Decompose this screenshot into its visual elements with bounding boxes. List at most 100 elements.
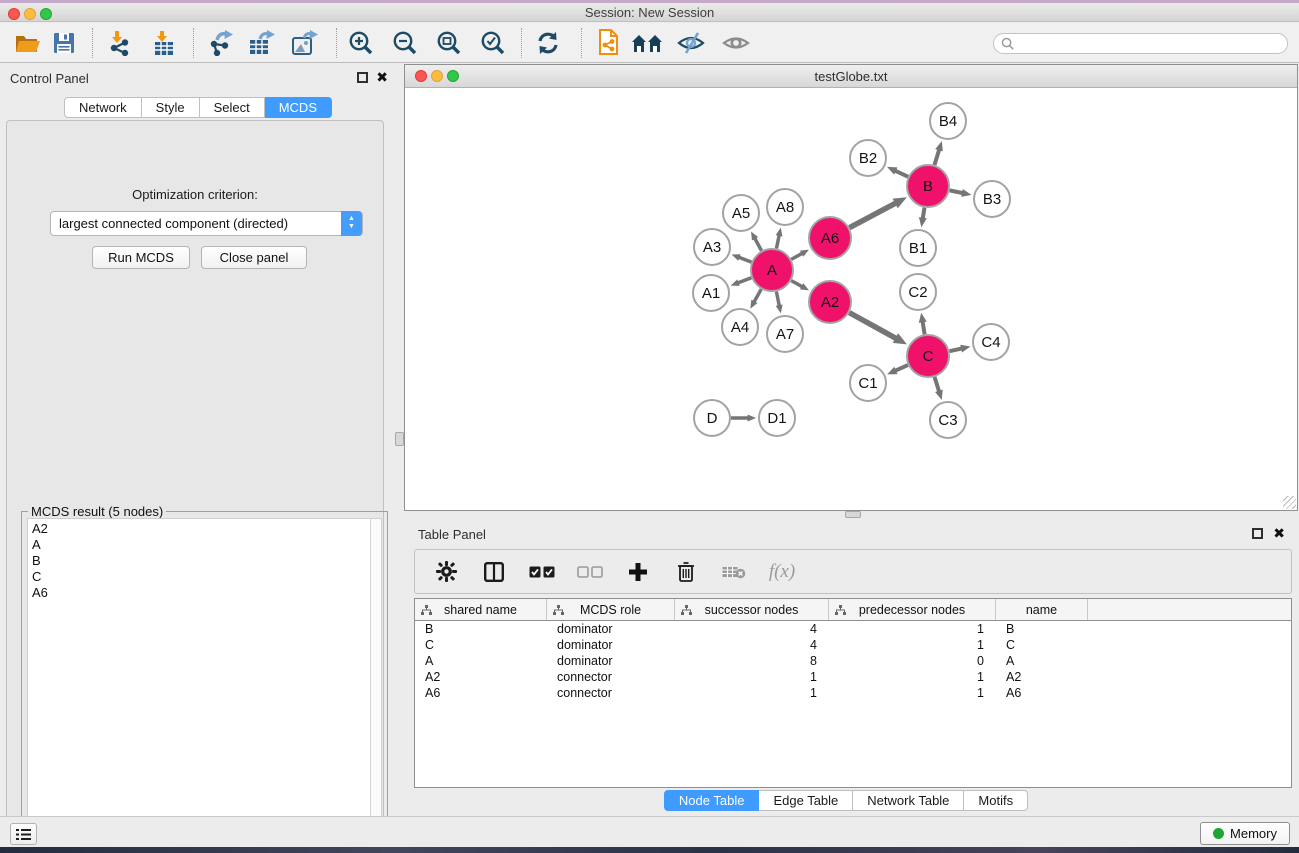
table-cell[interactable]: 1 [829,685,996,701]
edge-A-A5[interactable] [755,238,762,251]
export-table-button[interactable] [244,27,280,59]
tab-network[interactable]: Network [64,97,142,118]
table-cell[interactable]: dominator [547,637,675,653]
vertical-split-handle[interactable] [395,432,404,446]
zoom-selected-button[interactable] [475,27,511,59]
run-mcds-button[interactable]: Run MCDS [92,246,190,269]
table-cell[interactable]: 1 [829,669,996,685]
table-cell[interactable]: B [415,621,547,637]
table-cell[interactable]: C [415,637,547,653]
network-canvas-svg[interactable]: AA6A2BCA5A8A3A1A4A7B2B4B3B1C2C4C1C3DD1 [405,88,1297,510]
edge-A-A2[interactable] [791,281,802,287]
mcds-result-item[interactable]: A2 [32,521,372,537]
table-cell[interactable]: A6 [996,685,1088,701]
table-row[interactable]: A6connector11A6 [415,685,1291,701]
edge-A-A4[interactable] [754,289,761,302]
mcds-result-item[interactable]: A6 [32,585,372,601]
delete-table-button[interactable] [717,565,751,579]
column-header-predecessor-nodes[interactable]: predecessor nodes [829,599,996,620]
table-row[interactable]: Adominator80A [415,653,1291,669]
horizontal-split-handle[interactable] [845,511,861,518]
zoom-fit-button[interactable] [431,27,467,59]
close-panel-icon[interactable]: ✖ [1273,526,1285,541]
resize-grip-icon[interactable] [1283,496,1296,509]
optimization-dropdown[interactable]: largest connected component (directed) ▲… [50,211,363,236]
maximize-window-icon[interactable] [447,70,459,82]
tab-network-table[interactable]: Network Table [853,790,964,811]
column-header-MCDS-role[interactable]: MCDS role [547,599,675,620]
edge-C-C3[interactable] [935,377,940,392]
close-window-icon[interactable] [8,8,20,20]
edge-A-A3[interactable] [739,257,752,262]
edge-A6-B[interactable] [849,203,896,228]
table-cell[interactable]: A6 [415,685,547,701]
edge-C-C1[interactable] [895,365,908,371]
export-network-button[interactable] [203,27,239,59]
task-history-button[interactable] [10,823,37,845]
table-cell[interactable]: connector [547,669,675,685]
zoom-in-button[interactable] [343,27,379,59]
table-cell[interactable]: B [996,621,1088,637]
import-network-button[interactable] [102,27,138,59]
network-window-titlebar[interactable]: testGlobe.txt [405,65,1297,88]
import-table-button[interactable] [146,27,182,59]
minimize-window-icon[interactable] [24,8,36,20]
table-row[interactable]: A2connector11A2 [415,669,1291,685]
tab-node-table[interactable]: Node Table [664,790,760,811]
table-cell[interactable]: 0 [829,653,996,669]
new-network-button[interactable] [590,27,626,59]
deselect-all-button[interactable] [573,566,607,578]
edge-A-A6[interactable] [791,253,802,259]
table-cell[interactable]: C [996,637,1088,653]
birdseye-button[interactable] [673,27,709,59]
table-cell[interactable]: 4 [675,637,829,653]
app-titlebar[interactable]: Session: New Session [0,3,1299,22]
open-file-button[interactable] [10,27,46,59]
table-row[interactable]: Cdominator41C [415,637,1291,653]
table-cell[interactable]: 4 [675,621,829,637]
mcds-result-scrollbar[interactable] [370,518,382,850]
save-session-button[interactable] [46,27,82,59]
memory-button[interactable]: Memory [1200,822,1290,845]
node-table[interactable]: shared nameMCDS rolesuccessor nodesprede… [414,598,1292,788]
table-cell[interactable]: A [415,653,547,669]
column-header-shared-name[interactable]: shared name [415,599,547,620]
zoom-out-button[interactable] [387,27,423,59]
mcds-result-item[interactable]: A [32,537,372,553]
table-cell[interactable]: A2 [415,669,547,685]
eye-button[interactable] [718,27,754,59]
edge-C-C2[interactable] [923,321,925,334]
float-panel-icon[interactable] [1252,528,1263,539]
refresh-button[interactable] [530,27,566,59]
table-cell[interactable]: A [996,653,1088,669]
table-cell[interactable]: 1 [675,685,829,701]
mcds-result-item[interactable]: B [32,553,372,569]
float-panel-icon[interactable] [357,72,368,83]
function-builder-button[interactable]: f(x) [765,561,799,583]
table-cell[interactable]: dominator [547,653,675,669]
column-header-successor-nodes[interactable]: successor nodes [675,599,829,620]
delete-column-button[interactable] [669,561,703,582]
edge-B-B3[interactable] [950,190,963,193]
edge-A-A7[interactable] [776,292,779,307]
close-panel-button[interactable]: Close panel [201,246,307,269]
tab-select[interactable]: Select [200,97,265,118]
column-layout-button[interactable] [477,562,511,582]
edge-B-B2[interactable] [895,171,908,177]
mcds-result-item[interactable]: C [32,569,372,585]
tab-style[interactable]: Style [142,97,200,118]
edge-A-A8[interactable] [776,235,779,249]
close-panel-icon[interactable]: ✖ [376,70,388,85]
edge-B-B4[interactable] [934,149,939,165]
table-cell[interactable]: 8 [675,653,829,669]
column-header-name[interactable]: name [996,599,1088,620]
table-cell[interactable]: 1 [675,669,829,685]
close-window-icon[interactable] [415,70,427,82]
edge-C-C4[interactable] [949,348,962,351]
search-field[interactable] [993,33,1288,54]
export-image-button[interactable] [287,27,323,59]
table-cell[interactable]: connector [547,685,675,701]
edge-A2-C[interactable] [849,313,896,339]
edge-A-A1[interactable] [738,278,752,283]
add-column-button[interactable] [621,562,655,582]
